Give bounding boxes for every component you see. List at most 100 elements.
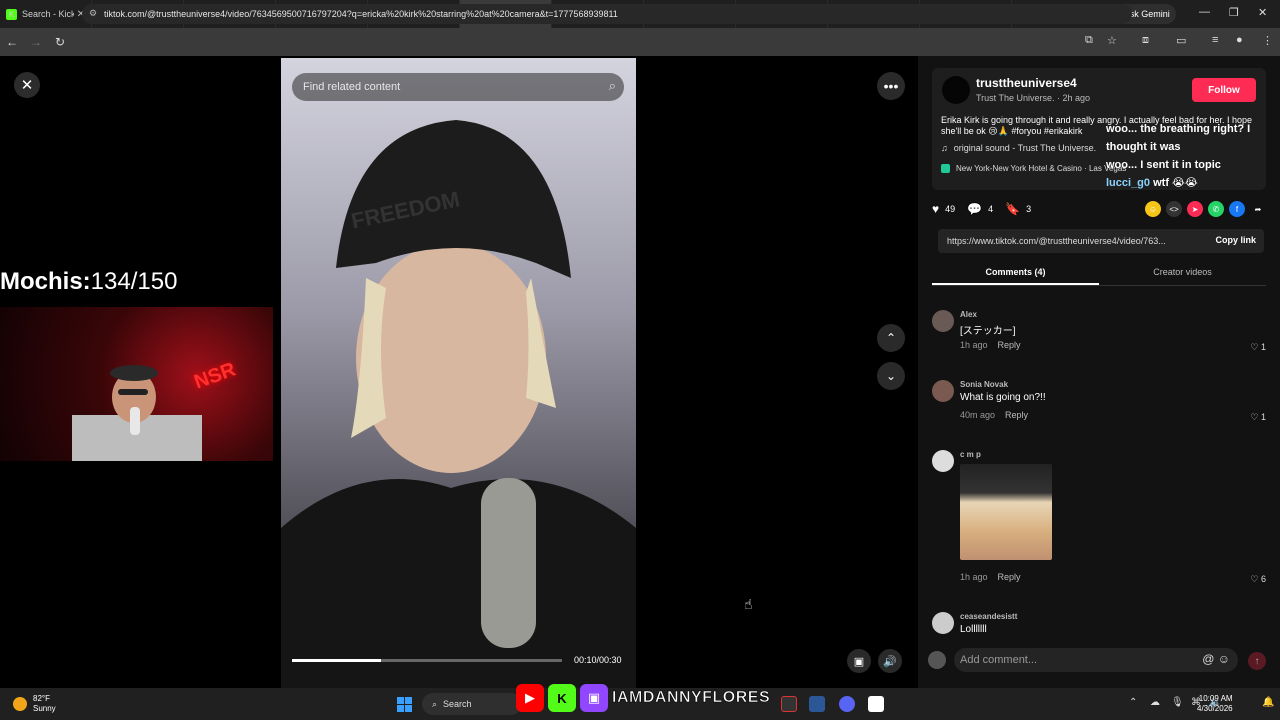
friends-share-icon[interactable]: ☺ bbox=[1145, 201, 1161, 217]
commenter-name[interactable]: Sonia Novak bbox=[960, 380, 1008, 389]
discord-icon[interactable] bbox=[839, 696, 855, 712]
split-view-icon[interactable]: ▭ bbox=[1176, 34, 1186, 47]
microphone-icon[interactable]: 🎙 bbox=[1171, 697, 1184, 708]
location-label: New York-New York Hotel & Casino · Las V… bbox=[956, 164, 1127, 173]
video-frame[interactable]: FREEDOM bbox=[281, 58, 636, 688]
mention-icon[interactable]: @ bbox=[1202, 652, 1214, 666]
extensions-icon[interactable]: ⧈ bbox=[1142, 34, 1149, 47]
comment-text: What is going on?!! bbox=[960, 392, 1046, 403]
comment-button[interactable]: 💬 4 bbox=[967, 202, 993, 216]
comment-image[interactable] bbox=[960, 464, 1052, 560]
previous-video-button[interactable]: ⌃ bbox=[877, 324, 905, 352]
twitch-icon: ▣ bbox=[580, 684, 608, 712]
creator-avatar[interactable] bbox=[942, 76, 970, 104]
send-icon[interactable]: ➤ bbox=[1187, 201, 1203, 217]
tiktok-app-icon[interactable] bbox=[868, 696, 884, 712]
youtube-icon: ▶ bbox=[516, 684, 544, 712]
creator-username[interactable]: trusttheuniverse4 bbox=[976, 76, 1077, 90]
taskbar-search[interactable]: ⌕ Search bbox=[422, 693, 522, 715]
notifications-icon[interactable]: 🔔 bbox=[1262, 697, 1274, 708]
embed-icon[interactable]: <> bbox=[1166, 201, 1182, 217]
more-icon: ••• bbox=[883, 78, 899, 94]
forward-icon[interactable]: → bbox=[24, 35, 48, 49]
send-comment-button[interactable]: ↑ bbox=[1248, 652, 1266, 670]
comment-like-count: 1 bbox=[1260, 342, 1266, 352]
site-info-icon[interactable]: ⚙ bbox=[89, 8, 97, 19]
chevron-up-icon: ⌃ bbox=[885, 331, 897, 345]
share-arrow-icon[interactable]: ➦ bbox=[1250, 201, 1266, 217]
cloud-icon[interactable]: ☁ bbox=[1150, 697, 1160, 708]
address-bar[interactable]: ⚙ tiktok.com/@trusttheuniverse4/video/76… bbox=[82, 4, 1132, 24]
mochis-label: Mochis: bbox=[0, 268, 91, 295]
close-window-icon[interactable]: ✕ bbox=[1258, 6, 1267, 19]
search-icon[interactable]: ⌕ bbox=[609, 78, 616, 94]
facebook-icon[interactable]: f bbox=[1229, 201, 1245, 217]
comment-like-button[interactable]: ♡ 6 bbox=[1250, 574, 1266, 585]
cast-icon[interactable]: ⧉ bbox=[1085, 34, 1093, 47]
next-video-button[interactable]: ⌄ bbox=[877, 362, 905, 390]
comment-like-button[interactable]: ♡ 1 bbox=[1250, 342, 1266, 353]
face-shape bbox=[356, 243, 546, 473]
comment-like-count: 1 bbox=[1260, 412, 1266, 422]
save-button[interactable]: 🔖 3 bbox=[1005, 202, 1031, 216]
whatsapp-icon[interactable]: ✆ bbox=[1208, 201, 1224, 217]
video-progress-bar[interactable] bbox=[292, 659, 562, 662]
stream-badges-overlay: ▶ K ▣ IAMDANNYFLORES bbox=[516, 683, 770, 713]
reply-button[interactable]: Reply bbox=[998, 572, 1021, 582]
back-icon[interactable]: ← bbox=[0, 35, 24, 49]
menu-icon[interactable]: ⋮ bbox=[1262, 34, 1273, 47]
browser-tab[interactable]: K Search - Kick ✕ bbox=[0, 0, 92, 28]
commenter-name[interactable]: Alex bbox=[960, 310, 977, 319]
commenter-avatar[interactable] bbox=[932, 380, 954, 402]
copy-link-button[interactable]: Copy link bbox=[1215, 235, 1256, 245]
commenter-avatar[interactable] bbox=[932, 450, 954, 472]
location-link[interactable]: New York-New York Hotel & Casino · Las V… bbox=[941, 164, 1127, 174]
post-link-text: https://www.tiktok.com/@trusttheuniverse… bbox=[947, 236, 1166, 246]
sound-link[interactable]: ♫ original sound - Trust The Universe. bbox=[941, 143, 1096, 153]
chevron-down-icon: ⌄ bbox=[885, 369, 897, 383]
emoji-icon[interactable]: ☺ bbox=[1218, 652, 1230, 666]
glasses-shape bbox=[118, 389, 148, 395]
commenter-avatar[interactable] bbox=[932, 612, 954, 634]
like-button[interactable]: ♥ 49 bbox=[932, 202, 955, 216]
stream-chat-overlay: woo... the breathing right? I thought it… bbox=[1106, 120, 1250, 192]
picture-in-picture-button[interactable]: ▣ bbox=[847, 649, 871, 673]
reload-icon[interactable]: ↻ bbox=[48, 35, 72, 49]
close-video-button[interactable]: ✕ bbox=[14, 72, 40, 98]
system-clock[interactable]: 10:09 AM 4/30/2026 bbox=[1197, 694, 1233, 714]
maximize-icon[interactable]: ❐ bbox=[1229, 6, 1239, 19]
clock-time: 10:09 AM bbox=[1198, 694, 1233, 703]
start-button[interactable] bbox=[397, 697, 412, 712]
tab-creator-videos[interactable]: Creator videos bbox=[1099, 262, 1266, 285]
tray-chevron-icon[interactable]: ⌃ bbox=[1129, 697, 1137, 708]
comment-item: c m p 1h ago Reply ♡ 6 bbox=[932, 450, 1266, 590]
comment-item: Sonia Novak What is going on?!! 40m ago R… bbox=[932, 380, 1266, 426]
share-icons: ☺ <> ➤ ✆ f ➦ bbox=[1140, 201, 1266, 217]
more-options-button[interactable]: ••• bbox=[877, 72, 905, 100]
related-content-search[interactable]: Find related content ⌕ bbox=[292, 73, 624, 101]
reply-button[interactable]: Reply bbox=[998, 340, 1021, 350]
add-comment-input[interactable]: Add comment... @ ☺ bbox=[954, 648, 1238, 672]
comment-like-button[interactable]: ♡ 1 bbox=[1250, 412, 1266, 423]
comment-time: 1h ago bbox=[960, 572, 988, 582]
bookmark-star-icon[interactable]: ☆ bbox=[1107, 34, 1117, 47]
commenter-avatar[interactable] bbox=[932, 310, 954, 332]
minimize-icon[interactable]: — bbox=[1199, 6, 1210, 18]
post-link-box[interactable]: https://www.tiktok.com/@trusttheuniverse… bbox=[938, 229, 1264, 253]
app-icon[interactable] bbox=[781, 696, 797, 712]
weather-widget[interactable]: 82°F Sunny bbox=[33, 694, 56, 714]
follow-button[interactable]: Follow bbox=[1192, 78, 1256, 102]
bottle-shape bbox=[130, 407, 140, 435]
kick-icon: K bbox=[548, 684, 576, 712]
comment-time: 1h ago bbox=[960, 340, 988, 350]
reply-button[interactable]: Reply bbox=[1005, 410, 1028, 420]
tab-comments[interactable]: Comments (4) bbox=[932, 262, 1099, 285]
sun-icon[interactable] bbox=[13, 697, 27, 711]
commenter-name[interactable]: ceaseandesistt bbox=[960, 612, 1017, 621]
volume-button[interactable]: 🔊 bbox=[878, 649, 902, 673]
comment-icon: 💬 bbox=[967, 202, 983, 216]
commenter-name[interactable]: c m p bbox=[960, 450, 981, 459]
profile-icon[interactable]: ● bbox=[1236, 34, 1243, 46]
word-icon[interactable] bbox=[809, 696, 825, 712]
reading-list-icon[interactable]: ≡ bbox=[1212, 34, 1218, 46]
